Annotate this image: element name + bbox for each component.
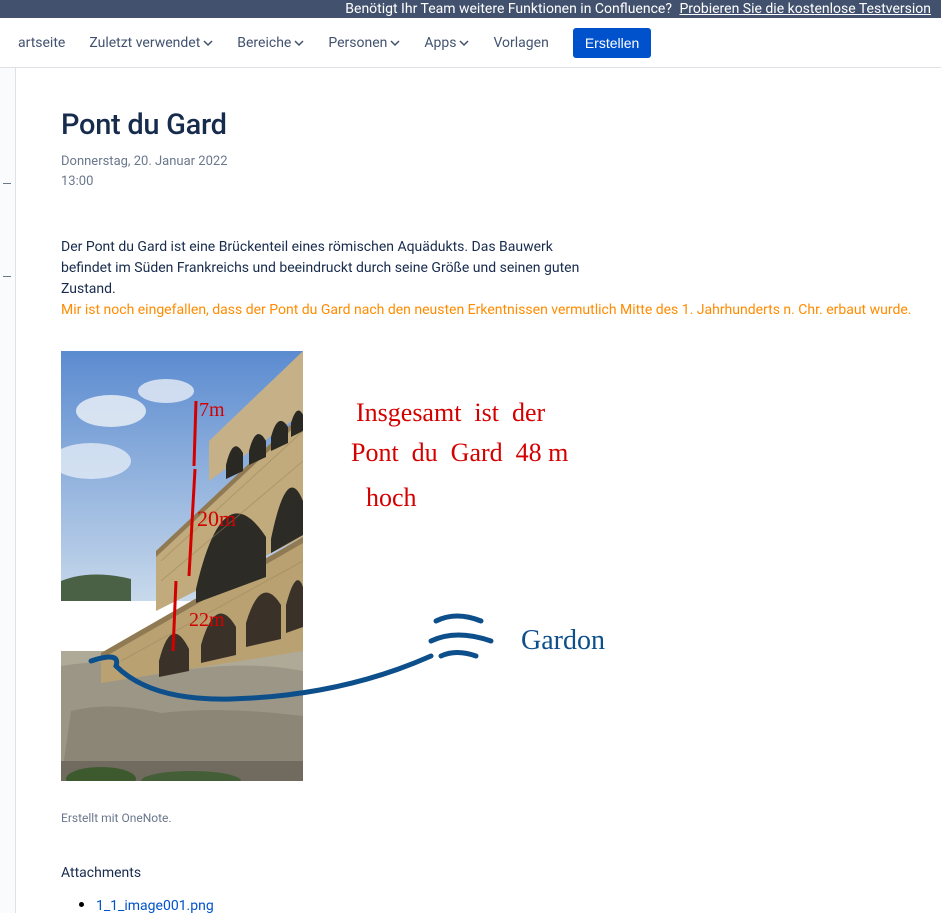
banner-text: Benötigt Ihr Team weitere Funktionen in … [345, 1, 672, 17]
svg-text:hoch: hoch [366, 483, 417, 512]
page-date: Donnerstag, 20. Januar 2022 [61, 152, 941, 172]
chevron-down-icon [294, 38, 304, 48]
banner-link[interactable]: Probieren Sie die kostenlose Testversion [679, 1, 931, 17]
content-body: Der Pont du Gard ist eine Brückenteil ei… [61, 237, 941, 321]
nav-home[interactable]: artseite [8, 29, 75, 57]
attachment-link[interactable]: 1_1_image001.png [96, 898, 214, 913]
attachments-section: Attachments 1_1_image001.png [61, 865, 941, 913]
embedded-image: 7m 20m 22m Insgesamt ist der Pont du Gar… [61, 351, 651, 781]
page-content: Pont du Gard Donnerstag, 20. Januar 2022… [16, 68, 941, 913]
nav-apps[interactable]: Apps [414, 29, 479, 57]
measure-top: 7m [199, 399, 225, 421]
nav-spaces[interactable]: Bereiche [227, 29, 314, 57]
measure-mid: 20m [197, 506, 236, 531]
nav-people[interactable]: Personen [318, 29, 410, 57]
chevron-down-icon [390, 38, 400, 48]
measure-lower: 22m [189, 609, 225, 631]
handwritten-annotations: 7m 20m 22m Insgesamt ist der Pont du Gar… [61, 351, 651, 781]
paragraph-2-highlight: Mir ist noch eingefallen, dass der Pont … [61, 300, 941, 321]
page-meta: Donnerstag, 20. Januar 2022 13:00 [61, 152, 941, 191]
image-caption: Erstellt mit OneNote. [61, 811, 941, 825]
sidebar-collapsed[interactable] [0, 68, 16, 913]
chevron-down-icon [203, 38, 213, 48]
svg-text:Insgesamt ist der: Insgesamt ist der [356, 398, 546, 427]
nav-templates[interactable]: Vorlagen [483, 29, 558, 57]
promo-banner: Benötigt Ihr Team weitere Funktionen in … [0, 0, 941, 18]
page-time: 13:00 [61, 172, 941, 192]
top-nav: artseite Zuletzt verwendet Bereiche Pers… [0, 18, 941, 68]
nav-recent[interactable]: Zuletzt verwendet [79, 29, 223, 57]
create-button[interactable]: Erstellen [573, 28, 651, 58]
svg-text:Pont du Gard 48 m: Pont du Gard 48 m [351, 438, 568, 467]
river-label: Gardon [521, 625, 605, 656]
paragraph-1: Der Pont du Gard ist eine Brückenteil ei… [61, 237, 601, 300]
attachments-heading: Attachments [61, 865, 941, 881]
page-title: Pont du Gard [61, 108, 941, 142]
chevron-down-icon [459, 38, 469, 48]
